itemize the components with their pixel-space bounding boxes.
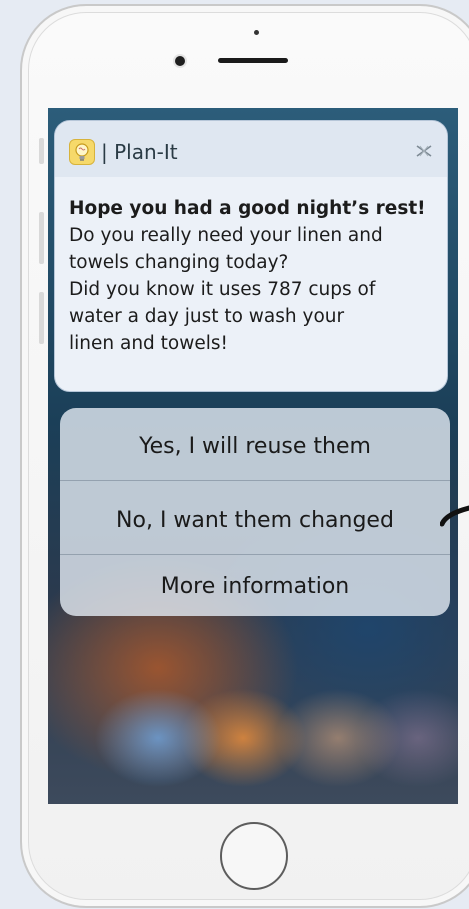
lightbulb-brain-icon bbox=[69, 139, 95, 165]
divider bbox=[60, 554, 450, 555]
mute-switch bbox=[39, 138, 44, 164]
volume-down-button bbox=[39, 292, 44, 344]
volume-up-button bbox=[39, 212, 44, 264]
notification-line: water a day just to wash your bbox=[69, 306, 345, 327]
pointer-line bbox=[440, 505, 469, 527]
notification-actions: Yes, I will reuse them No, I want them c… bbox=[60, 408, 450, 616]
notification-body: Hope you had a good night’s rest! Do you… bbox=[69, 195, 441, 357]
notification-header: | Plan-It bbox=[55, 121, 447, 177]
reuse-towels-button[interactable]: Yes, I will reuse them bbox=[60, 412, 450, 480]
divider bbox=[60, 480, 450, 481]
notification-card[interactable]: | Plan-It Hope you had a good night’s re… bbox=[54, 120, 448, 392]
home-button[interactable] bbox=[220, 822, 288, 890]
front-camera bbox=[175, 56, 185, 66]
notification-line: towels changing today? bbox=[69, 252, 289, 273]
change-towels-button[interactable]: No, I want them changed bbox=[60, 486, 450, 554]
earpiece-speaker bbox=[218, 58, 288, 63]
more-information-button[interactable]: More information bbox=[60, 557, 450, 615]
notification-line: linen and towels! bbox=[69, 333, 228, 354]
app-name: | Plan-It bbox=[101, 140, 178, 164]
lock-screen: | Plan-It Hope you had a good night’s re… bbox=[48, 108, 458, 804]
proximity-sensor bbox=[254, 30, 259, 35]
notification-title: Hope you had a good night’s rest! bbox=[69, 198, 426, 219]
notification-line: Did you know it uses 787 cups of bbox=[69, 279, 376, 300]
close-icon[interactable] bbox=[415, 143, 433, 157]
notification-line: Do you really need your linen and bbox=[69, 225, 383, 246]
